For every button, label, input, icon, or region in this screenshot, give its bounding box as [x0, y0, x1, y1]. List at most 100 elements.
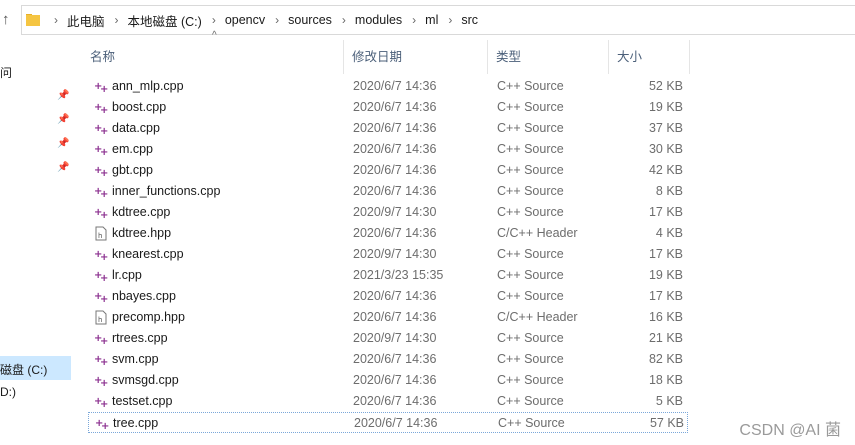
file-type: C++ Source: [498, 416, 565, 430]
file-row[interactable]: + + gbt.cpp 2020/6/7 14:36 C++ Source 42 KB: [88, 160, 688, 181]
file-size: 19 KB: [648, 268, 683, 282]
file-date: 2020/6/7 14:36: [354, 416, 438, 430]
file-size: 8 KB: [655, 184, 683, 198]
file-type: C++ Source: [497, 163, 564, 177]
file-row[interactable]: + + knearest.cpp 2020/9/7 14:30 C++ Source 17…: [88, 244, 688, 265]
file-row[interactable]: + + testset.cpp 2020/6/7 14:36 C++ Source 5 K…: [88, 391, 688, 412]
file-date: 2020/6/7 14:36: [353, 226, 437, 240]
nav-item-quick-access[interactable]: 问: [0, 64, 12, 81]
file-row[interactable]: + + lr.cpp 2021/3/23 15:35 C++ Source 19 KB: [88, 265, 688, 286]
cpp-file-icon: ++: [94, 354, 108, 367]
file-size: 42 KB: [648, 163, 683, 177]
file-row[interactable]: + + boost.cpp 2020/6/7 14:36 C++ Source 19 KB: [88, 97, 688, 118]
file-row[interactable]: + + rtrees.cpp 2020/9/7 14:30 C++ Source 21 K…: [88, 328, 688, 349]
chevron-right-icon[interactable]: ›: [212, 13, 216, 27]
cpp-file-icon: ++: [94, 207, 108, 220]
chevron-right-icon[interactable]: ›: [115, 13, 119, 27]
file-list: ^ 名称 修改日期 类型 大小 + + ann_mlp.cpp 2020/6/7 14…: [82, 30, 855, 445]
breadcrumb-label: modules: [354, 13, 403, 27]
cpp-file-icon: ++: [94, 144, 108, 157]
file-date: 2020/6/7 14:36: [353, 142, 437, 156]
cpp-file-icon: ++: [94, 165, 108, 178]
file-row[interactable]: + + ann_mlp.cpp 2020/6/7 14:36 C++ Source 52 …: [88, 76, 688, 97]
file-size: 17 KB: [648, 247, 683, 261]
svg-text:+: +: [100, 399, 108, 409]
chevron-right-icon[interactable]: ›: [448, 13, 452, 27]
file-row[interactable]: + + em.cpp 2020/6/7 14:36 C++ Source 30 KB: [88, 139, 688, 160]
svg-text:h: h: [98, 316, 102, 324]
file-size: 19 KB: [648, 100, 683, 114]
file-name: kdtree.hpp: [112, 226, 172, 240]
file-date: 2020/9/7 14:30: [353, 331, 437, 345]
file-type: C/C++ Header: [497, 226, 578, 240]
file-row[interactable]: + + data.cpp 2020/6/7 14:36 C++ Source 37 KB: [88, 118, 688, 139]
file-row[interactable]: + + svmsgd.cpp 2020/6/7 14:36 C++ Source 18 K…: [88, 370, 688, 391]
cpp-file-icon: ++: [94, 396, 108, 409]
breadcrumb-item[interactable]: › modules: [332, 13, 402, 27]
header-file-icon: h: [95, 226, 107, 241]
file-name: knearest.cpp: [112, 247, 184, 261]
file-name: svm.cpp: [112, 352, 159, 366]
file-name: tree.cpp: [113, 416, 159, 430]
nav-item-local-disk-c[interactable]: 磁盘 (C:): [0, 361, 47, 378]
chevron-right-icon[interactable]: ›: [342, 13, 346, 27]
breadcrumb[interactable]: › 此电脑 › 本地磁盘 (C:) › opencv › sources › modules › ml…: [21, 5, 855, 35]
cpp-file-icon: ++: [94, 81, 108, 94]
file-size: 17 KB: [648, 289, 683, 303]
file-name: boost.cpp: [112, 100, 167, 114]
file-size: 17 KB: [648, 205, 683, 219]
column-header-row: ^ 名称 修改日期 类型 大小: [82, 30, 702, 74]
nav-item-drive-d[interactable]: D:): [0, 385, 16, 399]
navigation-pane: 问 📌 📌 📌 📌 磁盘 (C:) D:): [0, 40, 72, 445]
file-date: 2020/6/7 14:36: [353, 394, 437, 408]
svg-text:+: +: [100, 273, 108, 283]
file-type: C++ Source: [497, 79, 564, 93]
svg-text:+: +: [100, 168, 108, 178]
breadcrumb-item[interactable]: › opencv: [202, 13, 265, 27]
column-header-name[interactable]: 名称: [82, 40, 344, 74]
file-type: C++ Source: [497, 289, 564, 303]
cpp-file-icon: ++: [94, 186, 108, 199]
file-row[interactable]: + + kdtree.cpp 2020/9/7 14:30 C++ Source 17 K…: [88, 202, 688, 223]
breadcrumb-item[interactable]: › sources: [265, 13, 332, 27]
file-row[interactable]: + + nbayes.cpp 2020/6/7 14:36 C++ Source 17 K…: [88, 286, 688, 307]
file-date: 2020/6/7 14:36: [353, 79, 437, 93]
file-name: ann_mlp.cpp: [112, 79, 184, 93]
file-name: nbayes.cpp: [112, 289, 176, 303]
file-type: C++ Source: [497, 121, 564, 135]
file-date: 2020/6/7 14:36: [353, 163, 437, 177]
cpp-file-icon: ++: [94, 375, 108, 388]
file-name: precomp.hpp: [112, 310, 185, 324]
file-date: 2020/6/7 14:36: [353, 121, 437, 135]
chevron-right-icon[interactable]: ›: [412, 13, 416, 27]
breadcrumb-item[interactable]: › src: [438, 13, 478, 27]
breadcrumb-label: 此电脑: [67, 14, 105, 29]
breadcrumb-item[interactable]: › 本地磁盘 (C:): [105, 11, 202, 30]
cpp-file-icon: ++: [94, 270, 108, 283]
cpp-file-icon: ++: [94, 333, 108, 346]
file-size: 52 KB: [648, 79, 683, 93]
file-row[interactable]: h kdtree.hpp 2020/6/7 14:36 C/C++ Header 4 K…: [88, 223, 688, 244]
file-date: 2020/9/7 14:30: [353, 205, 437, 219]
svg-text:+: +: [100, 210, 108, 220]
file-type: C++ Source: [497, 373, 564, 387]
file-row[interactable]: + + svm.cpp 2020/6/7 14:36 C++ Source 82 KB: [88, 349, 688, 370]
breadcrumb-item[interactable]: › 此电脑: [44, 11, 105, 30]
file-row[interactable]: h precomp.hpp 2020/6/7 14:36 C/C++ Header 16…: [88, 307, 688, 328]
svg-text:+: +: [100, 147, 108, 157]
cpp-file-icon: ++: [94, 249, 108, 262]
file-row[interactable]: + + tree.cpp 2020/6/7 14:36 C++ Source 57 KB: [88, 412, 688, 433]
chevron-right-icon[interactable]: ›: [54, 13, 58, 27]
folder-icon: [26, 14, 40, 26]
breadcrumb-item[interactable]: › ml: [402, 13, 438, 27]
svg-text:+: +: [100, 189, 108, 199]
file-size: 16 KB: [648, 310, 683, 324]
file-type: C++ Source: [497, 394, 564, 408]
file-row[interactable]: + + inner_functions.cpp 2020/6/7 14:36 C++ S…: [88, 181, 688, 202]
file-name: data.cpp: [112, 121, 160, 135]
column-header-date[interactable]: 修改日期: [344, 40, 488, 74]
column-header-size[interactable]: 大小: [609, 40, 690, 74]
chevron-right-icon[interactable]: ›: [275, 13, 279, 27]
up-arrow-icon[interactable]: ↑: [2, 11, 16, 29]
column-header-type[interactable]: 类型: [488, 40, 609, 74]
